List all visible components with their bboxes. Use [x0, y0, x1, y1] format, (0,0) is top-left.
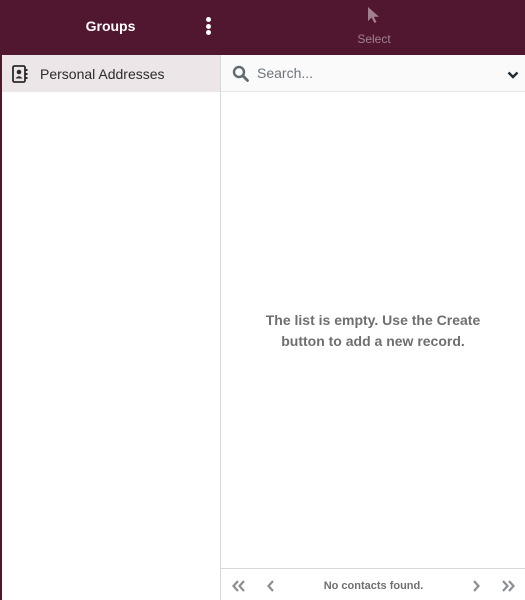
- search-bar: [221, 55, 525, 92]
- double-chevron-right-icon[interactable]: [500, 579, 516, 593]
- double-chevron-left-icon[interactable]: [231, 579, 247, 593]
- group-item-personal-addresses[interactable]: Personal Addresses: [2, 55, 220, 92]
- chevron-right-icon[interactable]: [469, 579, 485, 593]
- kebab-vertical-icon: [205, 17, 211, 22]
- pagination-bar: No contacts found.: [221, 568, 525, 600]
- groups-panel: Groups Personal Addresses: [0, 0, 222, 600]
- contacts-panel: Select The list is empty. Use the Create…: [221, 0, 525, 600]
- cursor-pointer-icon: [367, 6, 381, 29]
- kebab-dot: [205, 23, 211, 29]
- search-icon: [232, 64, 250, 82]
- groups-header: Groups: [0, 0, 222, 55]
- kebab-dot: [205, 30, 211, 35]
- contacts-toolbar: Select: [221, 0, 525, 55]
- chevron-down-icon[interactable]: [507, 68, 519, 80]
- empty-list-message: The list is empty. Use the Create button…: [265, 312, 481, 349]
- select-label: Select: [357, 32, 391, 46]
- groups-title: Groups: [85, 18, 136, 34]
- groups-menu-button[interactable]: [203, 17, 213, 37]
- search-input[interactable]: [257, 65, 497, 81]
- pagination-status: No contacts found.: [323, 580, 424, 592]
- chevron-left-icon[interactable]: [264, 579, 280, 593]
- select-button[interactable]: Select: [341, 6, 407, 50]
- address-book-icon: [12, 64, 30, 83]
- group-item-label: Personal Addresses: [40, 65, 165, 82]
